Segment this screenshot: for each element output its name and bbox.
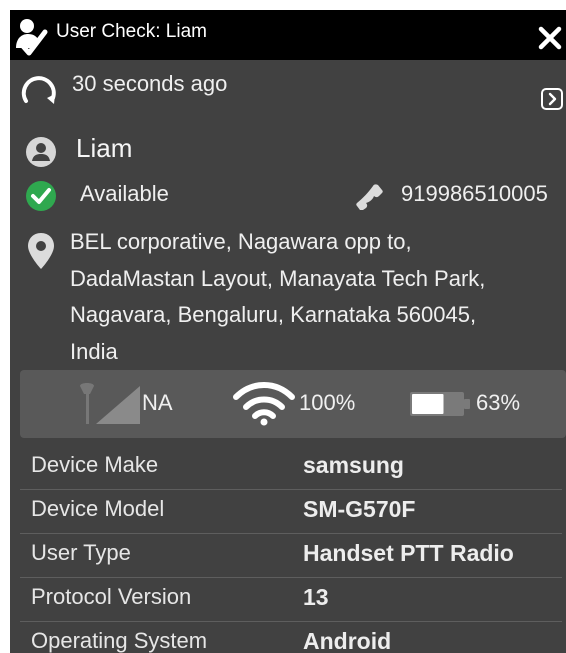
user-avatar-icon bbox=[26, 137, 56, 167]
wifi-icon bbox=[233, 382, 295, 426]
detail-value: Android bbox=[303, 628, 392, 653]
battery-icon bbox=[410, 392, 470, 416]
address-line: BEL corporative, Nagawara opp to, bbox=[70, 229, 412, 254]
chevron-right-icon[interactable] bbox=[540, 87, 564, 111]
table-row: User Type Handset PTT Radio bbox=[20, 534, 562, 578]
signal-value: NA bbox=[142, 390, 173, 415]
check-circle-icon bbox=[26, 181, 56, 211]
detail-value: 13 bbox=[303, 584, 329, 610]
close-icon[interactable] bbox=[536, 24, 564, 52]
map-pin-icon bbox=[28, 233, 54, 269]
detail-label: Device Make bbox=[31, 452, 159, 477]
availability-status: Available bbox=[80, 181, 169, 206]
detail-value: Handset PTT Radio bbox=[303, 540, 514, 566]
detail-label: Operating System bbox=[31, 628, 208, 653]
wifi-value: 100% bbox=[299, 390, 356, 415]
title-bar: User Check: Liam bbox=[10, 10, 566, 60]
user-check-icon bbox=[16, 19, 48, 56]
address-line: Nagavara, Bengaluru, Karnataka 560045, bbox=[70, 302, 477, 327]
battery-level-fill bbox=[412, 394, 444, 414]
network-status-bar: NA 100% 63% bbox=[20, 370, 566, 438]
device-details-table: Device Make samsung Device Model SM-G570… bbox=[20, 446, 562, 653]
detail-value: samsung bbox=[303, 452, 404, 478]
last-updated-text: 30 seconds ago bbox=[72, 71, 228, 96]
table-row: Device Make samsung bbox=[20, 446, 562, 490]
detail-label: User Type bbox=[31, 540, 131, 565]
user-check-panel: User Check: Liam 30 seconds ago Liam Ava… bbox=[10, 10, 566, 653]
battery-value: 63% bbox=[476, 390, 521, 415]
table-row: Protocol Version 13 bbox=[20, 578, 562, 622]
address: BEL corporative, Nagawara opp to, DadaMa… bbox=[70, 224, 556, 370]
user-name: Liam bbox=[76, 133, 133, 163]
detail-value: SM-G570F bbox=[303, 496, 416, 522]
phone-number[interactable]: 919986510005 bbox=[401, 181, 548, 207]
address-line: DadaMastan Layout, Manayata Tech Park, bbox=[70, 265, 486, 291]
table-row: Device Model SM-G570F bbox=[20, 490, 562, 534]
panel-title: User Check: Liam bbox=[56, 21, 207, 42]
table-row: Operating System Android bbox=[20, 622, 562, 653]
cell-signal-icon bbox=[80, 383, 140, 424]
address-line: India bbox=[70, 338, 118, 364]
detail-label: Device Model bbox=[31, 496, 165, 521]
refresh-icon[interactable] bbox=[18, 68, 60, 110]
detail-label: Protocol Version bbox=[31, 584, 192, 609]
phone-icon[interactable] bbox=[356, 182, 384, 210]
